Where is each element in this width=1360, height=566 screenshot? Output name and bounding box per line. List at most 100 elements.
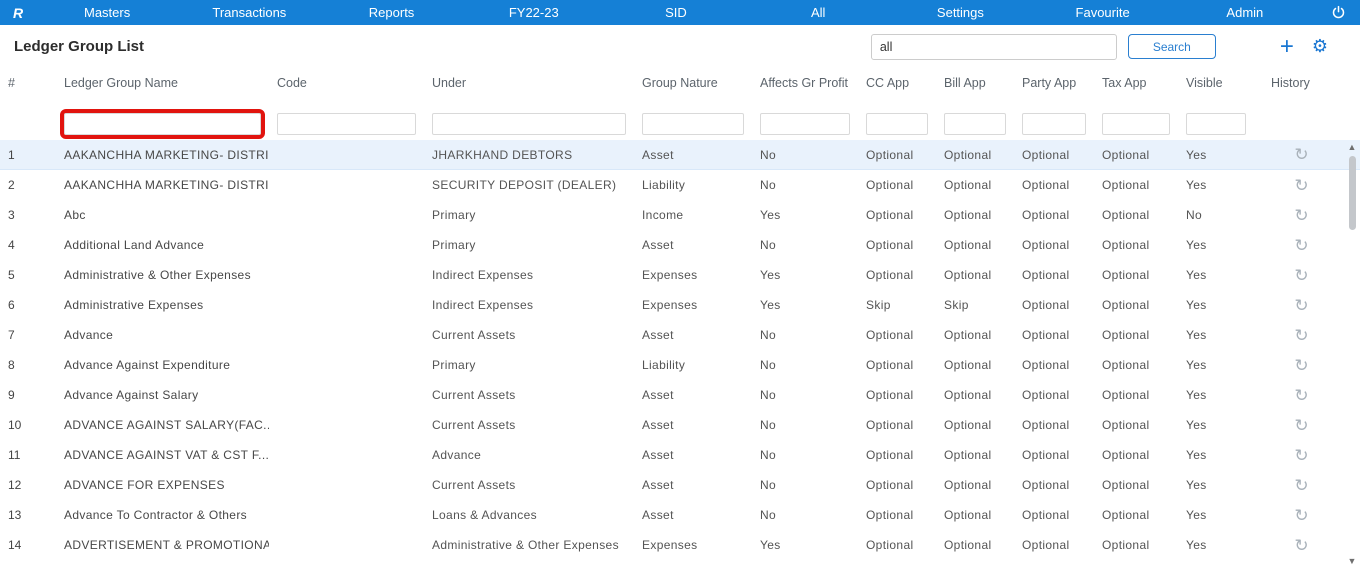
party-app-value: Optional	[1022, 538, 1070, 552]
nav-item-settings[interactable]: Settings	[889, 5, 1031, 20]
history-icon[interactable]: ↺	[1294, 416, 1309, 435]
main-menu: Masters Transactions Reports FY22-23 SID All S…	[36, 5, 1316, 20]
col-header-ledger-group-name: Ledger Group Name	[64, 76, 178, 90]
search-input[interactable]	[870, 33, 1117, 60]
affects-gr-profit-value: No	[760, 478, 777, 492]
bill-app-value: Optional	[944, 448, 992, 462]
table-row[interactable]: 9 Advance Against Salary Current Assets …	[0, 380, 1360, 410]
history-icon[interactable]: ↺	[1294, 236, 1309, 255]
search-button[interactable]: Search	[1127, 34, 1216, 59]
affects-gr-profit-value: Yes	[760, 208, 781, 222]
ledger-group-name-filter[interactable]	[60, 109, 265, 139]
under-filter[interactable]	[432, 113, 626, 135]
party-app-filter[interactable]	[1022, 113, 1086, 135]
under-value: Advance	[432, 448, 482, 462]
cc-app-value: Optional	[866, 538, 914, 552]
nav-item-reports[interactable]: Reports	[320, 5, 462, 20]
nav-item-admin[interactable]: Admin	[1174, 5, 1316, 20]
logout-button[interactable]	[1316, 5, 1360, 20]
col-header-tax-app: Tax App	[1102, 76, 1147, 90]
group-nature-value: Asset	[642, 388, 674, 402]
affects-gr-profit-value: No	[760, 328, 777, 342]
history-icon[interactable]: ↺	[1294, 536, 1309, 555]
app-logo-icon: R	[12, 4, 24, 21]
history-icon[interactable]: ↺	[1294, 176, 1309, 195]
row-number: 8	[8, 358, 15, 372]
under-value: SECURITY DEPOSIT (DEALER)	[432, 178, 617, 192]
party-app-value: Optional	[1022, 208, 1070, 222]
cc-app-filter[interactable]	[866, 113, 928, 135]
code-filter[interactable]	[277, 113, 416, 135]
history-icon[interactable]: ↺	[1294, 145, 1309, 164]
bill-app-filter[interactable]	[944, 113, 1006, 135]
tax-app-filter[interactable]	[1102, 113, 1170, 135]
ledger-group-name: Abc	[64, 208, 86, 222]
history-icon[interactable]: ↺	[1294, 386, 1309, 405]
tax-app-value: Optional	[1102, 478, 1150, 492]
table-row[interactable]: 11 ADVANCE AGAINST VAT & CST F... Advanc…	[0, 440, 1360, 470]
history-icon[interactable]: ↺	[1294, 296, 1309, 315]
group-nature-filter[interactable]	[642, 113, 744, 135]
cc-app-value: Optional	[866, 268, 914, 282]
table-scrollbar[interactable]: ▲ ▼	[1346, 142, 1358, 566]
add-ledger-group-icon[interactable]: +	[1280, 34, 1294, 58]
table-row[interactable]: 7 Advance Current Assets Asset No Option…	[0, 320, 1360, 350]
history-icon[interactable]: ↺	[1294, 506, 1309, 525]
app-logo[interactable]: R	[0, 5, 36, 21]
under-value: JHARKHAND DEBTORS	[432, 147, 573, 162]
nav-item-transactions[interactable]: Transactions	[178, 5, 320, 20]
table-row[interactable]: 14 ADVERTISEMENT & PROMOTIONA... Adminis…	[0, 530, 1360, 560]
visible-value: Yes	[1186, 538, 1207, 552]
history-icon[interactable]: ↺	[1294, 356, 1309, 375]
scrollbar-up-icon[interactable]: ▲	[1346, 142, 1358, 152]
bill-app-value: Optional	[944, 358, 992, 372]
under-value: Primary	[432, 238, 476, 252]
nav-item-sid[interactable]: SID	[605, 5, 747, 20]
cc-app-value: Optional	[866, 147, 914, 162]
under-value: Current Assets	[432, 478, 516, 492]
table-row[interactable]: 5 Administrative & Other Expenses Indire…	[0, 260, 1360, 290]
visible-value: Yes	[1186, 328, 1207, 342]
nav-item-all[interactable]: All	[747, 5, 889, 20]
table-row[interactable]: 6 Administrative Expenses Indirect Expen…	[0, 290, 1360, 320]
history-icon[interactable]: ↺	[1294, 476, 1309, 495]
col-header-code: Code	[277, 76, 307, 90]
table-row[interactable]: 3 Abc Primary Income Yes Optional Option…	[0, 200, 1360, 230]
party-app-value: Optional	[1022, 328, 1070, 342]
ledger-group-name: Advance Against Expenditure	[64, 358, 231, 372]
table-row[interactable]: 1 AAKANCHHA MARKETING- DISTRI... JHARKHA…	[0, 140, 1360, 170]
scrollbar-thumb[interactable]	[1348, 156, 1356, 230]
group-nature-value: Expenses	[642, 268, 698, 282]
tax-app-value: Optional	[1102, 238, 1150, 252]
bill-app-value: Skip	[944, 298, 969, 312]
cc-app-value: Optional	[866, 388, 914, 402]
bill-app-value: Optional	[944, 268, 992, 282]
scrollbar-down-icon[interactable]: ▼	[1346, 556, 1358, 566]
table-row[interactable]: 12 ADVANCE FOR EXPENSES Current Assets A…	[0, 470, 1360, 500]
history-icon[interactable]: ↺	[1294, 266, 1309, 285]
settings-gear-icon[interactable]: ⚙	[1312, 36, 1328, 57]
visible-value: Yes	[1186, 388, 1207, 402]
history-icon[interactable]: ↺	[1294, 446, 1309, 465]
row-number: 12	[8, 478, 22, 492]
table-row[interactable]: 8 Advance Against Expenditure Primary Li…	[0, 350, 1360, 380]
nav-item-masters[interactable]: Masters	[36, 5, 178, 20]
group-nature-value: Asset	[642, 238, 674, 252]
affects-gr-profit-filter[interactable]	[760, 113, 850, 135]
party-app-value: Optional	[1022, 358, 1070, 372]
bill-app-value: Optional	[944, 418, 992, 432]
tax-app-value: Optional	[1102, 298, 1150, 312]
table-row[interactable]: 13 Advance To Contractor & Others Loans …	[0, 500, 1360, 530]
table-row[interactable]: 2 AAKANCHHA MARKETING- DISTRI... SECURIT…	[0, 170, 1360, 200]
history-icon[interactable]: ↺	[1294, 326, 1309, 345]
bill-app-value: Optional	[944, 508, 992, 522]
table-row[interactable]: 10 ADVANCE AGAINST SALARY(FAC... Current…	[0, 410, 1360, 440]
nav-item-fy22-23[interactable]: FY22-23	[463, 5, 605, 20]
table-row[interactable]: 4 Additional Land Advance Primary Asset …	[0, 230, 1360, 260]
ledger-group-name: Advance	[64, 328, 114, 342]
visible-filter[interactable]	[1186, 113, 1246, 135]
ledger-group-name: Advance To Contractor & Others	[64, 508, 248, 522]
ledger-group-name: Additional Land Advance	[64, 238, 205, 252]
nav-item-favourite[interactable]: Favourite	[1032, 5, 1174, 20]
history-icon[interactable]: ↺	[1294, 206, 1309, 225]
